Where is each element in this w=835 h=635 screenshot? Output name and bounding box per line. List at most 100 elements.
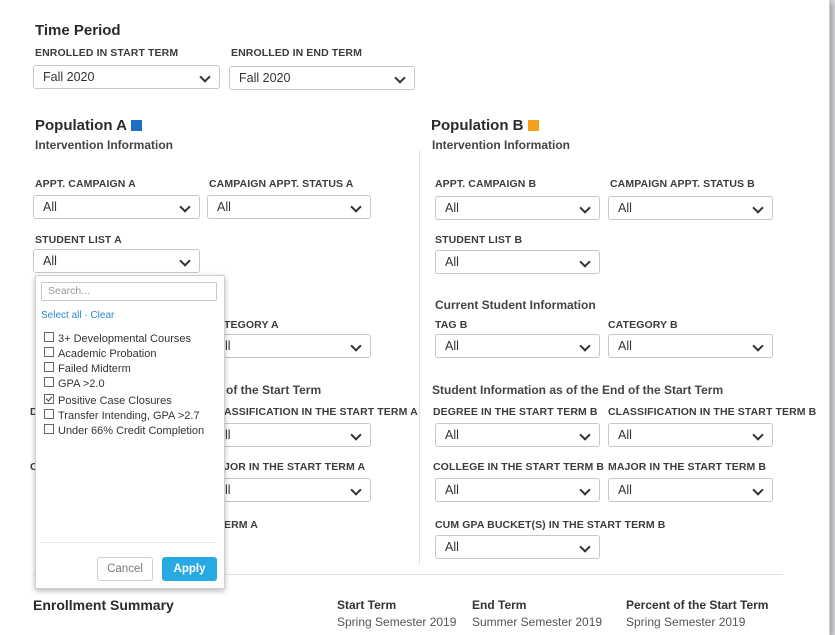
chevron-down-icon (179, 255, 191, 267)
enrollment-summary-title: Enrollment Summary (33, 597, 174, 613)
appt-campaign-a-select[interactable]: All (33, 195, 200, 219)
population-b-intervention-title: Intervention Information (432, 138, 570, 152)
dropdown-divider (41, 542, 217, 543)
time-period-title: Time Period (35, 22, 121, 39)
degree-b-label: DEGREE IN THE START TERM B (433, 406, 598, 418)
major-a-select[interactable]: ll (207, 478, 371, 502)
population-b-title: Population B (431, 117, 524, 134)
tag-b-select[interactable]: All (435, 334, 600, 358)
option-3plus-developmental[interactable]: 3+ Developmental Courses (44, 332, 191, 345)
percent-start-term-value: Spring Semester 2019 (626, 615, 746, 629)
checkbox-icon[interactable] (44, 409, 54, 419)
campaign-status-b-select[interactable]: All (608, 196, 773, 220)
checkbox-checked-icon[interactable] (44, 394, 54, 404)
option-label: Academic Probation (58, 348, 157, 360)
student-list-b-value: All (445, 255, 459, 269)
major-a-label: JOR IN THE START TERM A (224, 461, 366, 473)
option-label: Transfer Intending, GPA >2.7 (58, 410, 200, 422)
option-gpa-2[interactable]: GPA >2.0 (44, 377, 105, 390)
chevron-down-icon (579, 484, 591, 496)
option-label: GPA >2.0 (58, 378, 105, 390)
category-b-label: CATEGORY B (608, 319, 678, 331)
analytics-filter-panel: Time Period ENROLLED IN START TERM Fall … (0, 0, 830, 635)
end-term-value: Summer Semester 2019 (472, 615, 603, 629)
campaign-status-b-label: CAMPAIGN APPT. STATUS B (610, 178, 755, 190)
checkbox-icon[interactable] (44, 424, 54, 434)
student-list-b-select[interactable]: All (435, 250, 600, 274)
option-label: Positive Case Closures (58, 395, 172, 407)
chevron-down-icon (579, 429, 591, 441)
gpa-bucket-b-label: CUM GPA BUCKET(S) IN THE START TERM B (435, 519, 666, 531)
end-term-label: ENROLLED IN END TERM (231, 47, 362, 59)
appt-campaign-a-label: APPT. CAMPAIGN A (35, 178, 136, 190)
chevron-down-icon (579, 256, 591, 268)
chevron-down-icon (394, 72, 406, 84)
appt-campaign-b-select[interactable]: All (435, 196, 600, 220)
percent-start-term-header: Percent of the Start Term (626, 598, 769, 612)
option-failed-midterm[interactable]: Failed Midterm (44, 362, 131, 375)
chevron-down-icon (350, 484, 362, 496)
column-divider (419, 150, 420, 565)
category-a-label: TEGORY A (224, 319, 279, 331)
category-b-value: All (618, 339, 632, 353)
appt-campaign-a-value: All (43, 200, 57, 214)
start-term-select[interactable]: Fall 2020 (33, 65, 220, 89)
category-b-select[interactable]: All (608, 334, 773, 358)
start-term-value: Spring Semester 2019 (337, 615, 457, 629)
checkbox-icon[interactable] (44, 347, 54, 357)
student-list-a-select[interactable]: All (33, 249, 200, 273)
chevron-down-icon (179, 201, 191, 213)
current-student-info-title: Current Student Information (435, 298, 596, 312)
chevron-down-icon (579, 541, 591, 553)
classification-b-value: All (618, 428, 632, 442)
population-b-color-swatch (528, 120, 539, 131)
chevron-down-icon (752, 340, 764, 352)
end-of-start-term-a-title: of the Start Term (226, 383, 322, 397)
option-label: Under 66% Credit Completion (58, 425, 205, 437)
degree-b-value: All (445, 428, 459, 442)
option-academic-probation[interactable]: Academic Probation (44, 347, 156, 360)
population-a-color-swatch (131, 120, 142, 131)
campaign-status-a-select[interactable]: All (207, 195, 371, 219)
major-b-value: All (618, 483, 632, 497)
checkbox-icon[interactable] (44, 377, 54, 387)
chevron-down-icon (752, 484, 764, 496)
population-a-title: Population A (35, 117, 127, 134)
chevron-down-icon (350, 429, 362, 441)
college-b-select[interactable]: All (435, 478, 600, 502)
checkbox-icon[interactable] (44, 332, 54, 342)
tag-b-label: TAG B (435, 319, 468, 331)
option-label: 3+ Developmental Courses (58, 333, 191, 345)
end-term-select[interactable]: Fall 2020 (229, 66, 415, 90)
gpa-bucket-b-select[interactable]: All (435, 535, 600, 559)
checkbox-icon[interactable] (44, 362, 54, 372)
dropdown-search-input[interactable]: Search... (41, 282, 217, 301)
gpa-bucket-a-label: ERM A (224, 519, 258, 531)
chevron-down-icon (579, 340, 591, 352)
option-positive-case-closures[interactable]: Positive Case Closures (44, 394, 172, 407)
classification-a-value: ll (225, 428, 231, 442)
gpa-bucket-b-value: All (445, 540, 459, 554)
category-a-select[interactable]: ll (207, 334, 371, 358)
classification-a-select[interactable]: ll (207, 423, 371, 447)
campaign-status-a-label: CAMPAIGN APPT. STATUS A (209, 178, 354, 190)
apply-button[interactable]: Apply (162, 557, 217, 581)
major-b-select[interactable]: All (608, 478, 773, 502)
tag-b-value: All (445, 339, 459, 353)
select-all-clear-links[interactable]: Select all · Clear (41, 310, 114, 321)
start-term-header: Start Term (337, 598, 397, 612)
end-of-start-term-b-title: Student Information as of the End of the… (432, 383, 724, 397)
degree-b-select[interactable]: All (435, 423, 600, 447)
classification-b-label: CLASSIFICATION IN THE START TERM B (608, 406, 817, 418)
classification-a-label: ASSIFICATION IN THE START TERM A (224, 406, 418, 418)
student-list-a-value: All (43, 254, 57, 268)
option-transfer-intending[interactable]: Transfer Intending, GPA >2.7 (44, 409, 200, 422)
classification-b-select[interactable]: All (608, 423, 773, 447)
cancel-button[interactable]: Cancel (97, 557, 153, 581)
option-under-66-credit[interactable]: Under 66% Credit Completion (44, 424, 204, 437)
category-a-value: ll (225, 339, 231, 353)
chevron-down-icon (752, 202, 764, 214)
campaign-status-b-value: All (618, 201, 632, 215)
chevron-down-icon (350, 201, 362, 213)
appt-campaign-b-value: All (445, 201, 459, 215)
